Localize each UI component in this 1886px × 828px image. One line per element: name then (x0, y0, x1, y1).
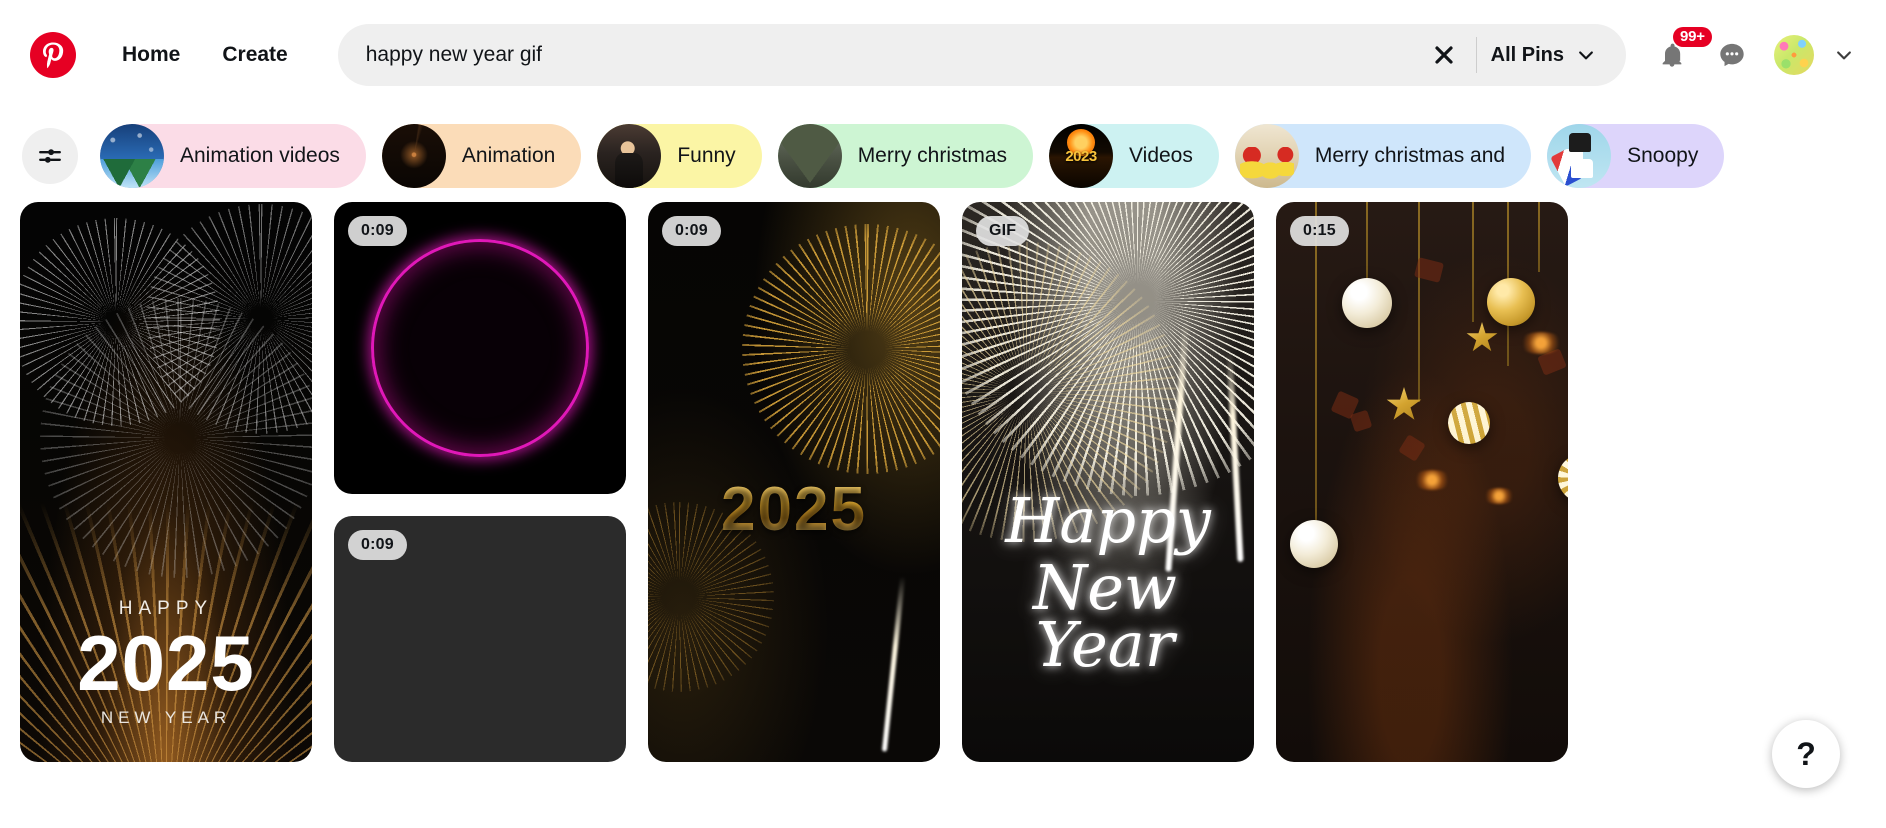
confetti-piece (1349, 409, 1373, 433)
ornament-ball (1448, 402, 1490, 444)
bokeh-glow (1518, 332, 1564, 354)
filter-chip-animation[interactable]: Animation (381, 124, 582, 188)
message-bubble-icon (1720, 43, 1744, 67)
chip-label: Animation (461, 144, 556, 167)
account-menu-button[interactable] (1824, 35, 1864, 75)
ornament-star (1386, 387, 1422, 420)
pin-text-line3: NEW YEAR (100, 708, 232, 727)
chip-thumbnail (100, 124, 164, 188)
chevron-down-icon (1837, 51, 1851, 60)
chip-thumbnail (777, 124, 842, 188)
pin-duration-badge: 0:09 (348, 530, 407, 561)
pins-filter-label: All Pins (1490, 43, 1564, 66)
pin-overlay-text: Happy New Year (962, 484, 1254, 682)
top-header: Home Create All Pins 99+ (0, 0, 1886, 110)
pinterest-logo-icon[interactable] (30, 32, 76, 78)
pin-type-badge: GIF (976, 216, 1030, 247)
firework-streak (881, 576, 906, 752)
nav-create-link[interactable]: Create (204, 31, 305, 79)
chip-thumbnail (1234, 124, 1299, 188)
grid-column: 0:09 0:09 (334, 202, 626, 762)
filter-chip-videos[interactable]: 2023 Videos (1049, 124, 1219, 188)
pin-card-gold-2025[interactable]: 0:09 2025 (648, 202, 940, 762)
chip-thumbnail (1547, 124, 1612, 188)
messages-button[interactable] (1704, 27, 1760, 83)
chip-label: Snoopy (1627, 144, 1699, 167)
help-button[interactable]: ? (1772, 720, 1840, 788)
ornament-string (1472, 202, 1474, 322)
grid-column: 0:09 2025 (648, 202, 940, 762)
ornament-star (1466, 322, 1498, 352)
ornament-ball (1558, 454, 1568, 502)
pin-results-grid: HAPPY 2025 NEW YEAR 0:09 0:09 0:09 2025 … (0, 202, 1886, 828)
firework-burst (742, 224, 940, 474)
chip-label: Funny (677, 144, 736, 167)
pin-text-line1: HAPPY (118, 597, 214, 619)
chip-thumbnail-year: 2023 (1065, 148, 1097, 166)
search-divider (1475, 37, 1477, 73)
pin-duration-badge: 0:09 (662, 216, 721, 247)
pin-text-year: 2025 (648, 474, 940, 545)
pin-duration-badge: 0:09 (348, 216, 407, 247)
pin-text-line2: 2025 (77, 618, 255, 707)
pin-text-line1: Happy (1005, 484, 1211, 557)
header-actions: 99+ (1644, 27, 1864, 83)
chip-label: Merry christmas (857, 144, 1008, 167)
pin-overlay-text: HAPPY 2025 NEW YEAR (20, 598, 312, 728)
ornament-ball (1342, 278, 1392, 328)
filter-chip-snoopy[interactable]: Snoopy (1547, 124, 1725, 188)
chevron-down-icon (1579, 51, 1593, 60)
pin-card-magenta-ring[interactable]: 0:09 (334, 202, 626, 494)
close-x-icon[interactable] (1422, 33, 1466, 77)
notifications-button[interactable]: 99+ (1644, 27, 1712, 83)
bokeh-glow (1482, 488, 1516, 504)
grid-column: GIF Happy New Year (962, 202, 1254, 762)
bokeh-glow (1412, 470, 1452, 490)
pin-card-happy-2025-fireworks[interactable]: HAPPY 2025 NEW YEAR (20, 202, 312, 762)
filter-chip-funny[interactable]: Funny (597, 124, 762, 188)
ornament-ball (1290, 520, 1338, 568)
pin-duration-badge: 0:15 (1290, 216, 1349, 247)
nav-home-link[interactable]: Home (104, 31, 198, 79)
chip-thumbnail (381, 124, 446, 188)
filter-chips-row: Animation videos Animation Funny Merry c… (0, 110, 1886, 202)
ornament-string (1538, 202, 1540, 272)
glowing-ring-graphic (371, 239, 589, 457)
filter-chip-merry-christmas-and[interactable]: Merry christmas and (1234, 124, 1532, 188)
filter-chip-merry-christmas[interactable]: Merry christmas (777, 124, 1034, 188)
confetti-piece (1398, 434, 1426, 462)
pin-text-line2: New Year (1032, 551, 1177, 682)
chip-label: Animation videos (180, 144, 340, 167)
pins-filter-dropdown[interactable]: All Pins (1491, 44, 1626, 67)
chip-thumbnail (597, 124, 662, 188)
pin-card-neon-happy-new-year[interactable]: GIF Happy New Year (962, 202, 1254, 762)
grid-column: 0:15 (1276, 202, 1568, 762)
grid-column: HAPPY 2025 NEW YEAR (20, 202, 312, 762)
ornament-string (1315, 202, 1317, 520)
pin-card-placeholder[interactable]: 0:09 (334, 516, 626, 762)
chip-thumbnail: 2023 (1049, 124, 1114, 188)
ornament-ball (1487, 278, 1535, 326)
avatar[interactable] (1774, 35, 1814, 75)
filter-chip-animation-videos[interactable]: Animation videos (100, 124, 366, 188)
chip-label: Videos (1129, 144, 1193, 167)
question-mark-icon: ? (1796, 736, 1816, 772)
ornament-string (1418, 202, 1420, 402)
chip-label: Merry christmas and (1314, 144, 1506, 167)
ornament-string (1366, 202, 1368, 278)
search-bar[interactable]: All Pins (337, 24, 1626, 86)
pin-card-gold-ornaments[interactable]: 0:15 (1276, 202, 1568, 762)
search-input[interactable] (365, 43, 1422, 67)
sliders-filter-icon[interactable] (22, 128, 78, 184)
